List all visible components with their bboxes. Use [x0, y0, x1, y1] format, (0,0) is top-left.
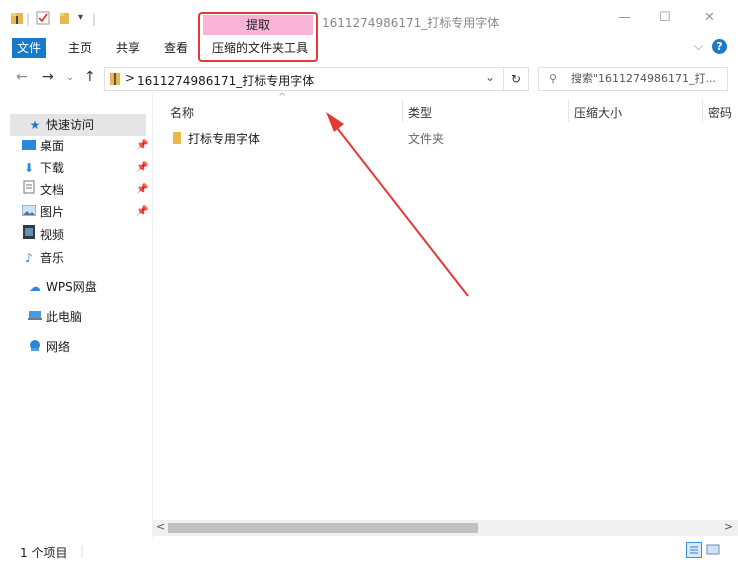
large-icons-view-icon[interactable] — [706, 543, 720, 560]
scroll-left-icon[interactable]: < — [156, 520, 165, 533]
scrollbar-thumb[interactable] — [168, 523, 478, 533]
annotation-arrow — [326, 112, 469, 297]
details-view-icon[interactable] — [686, 542, 702, 558]
scroll-right-icon[interactable]: > — [724, 520, 733, 533]
item-count: 1 个项目 — [20, 546, 68, 560]
separator: | — [80, 544, 85, 558]
status-bar: 1 个项目 | — [0, 540, 738, 566]
